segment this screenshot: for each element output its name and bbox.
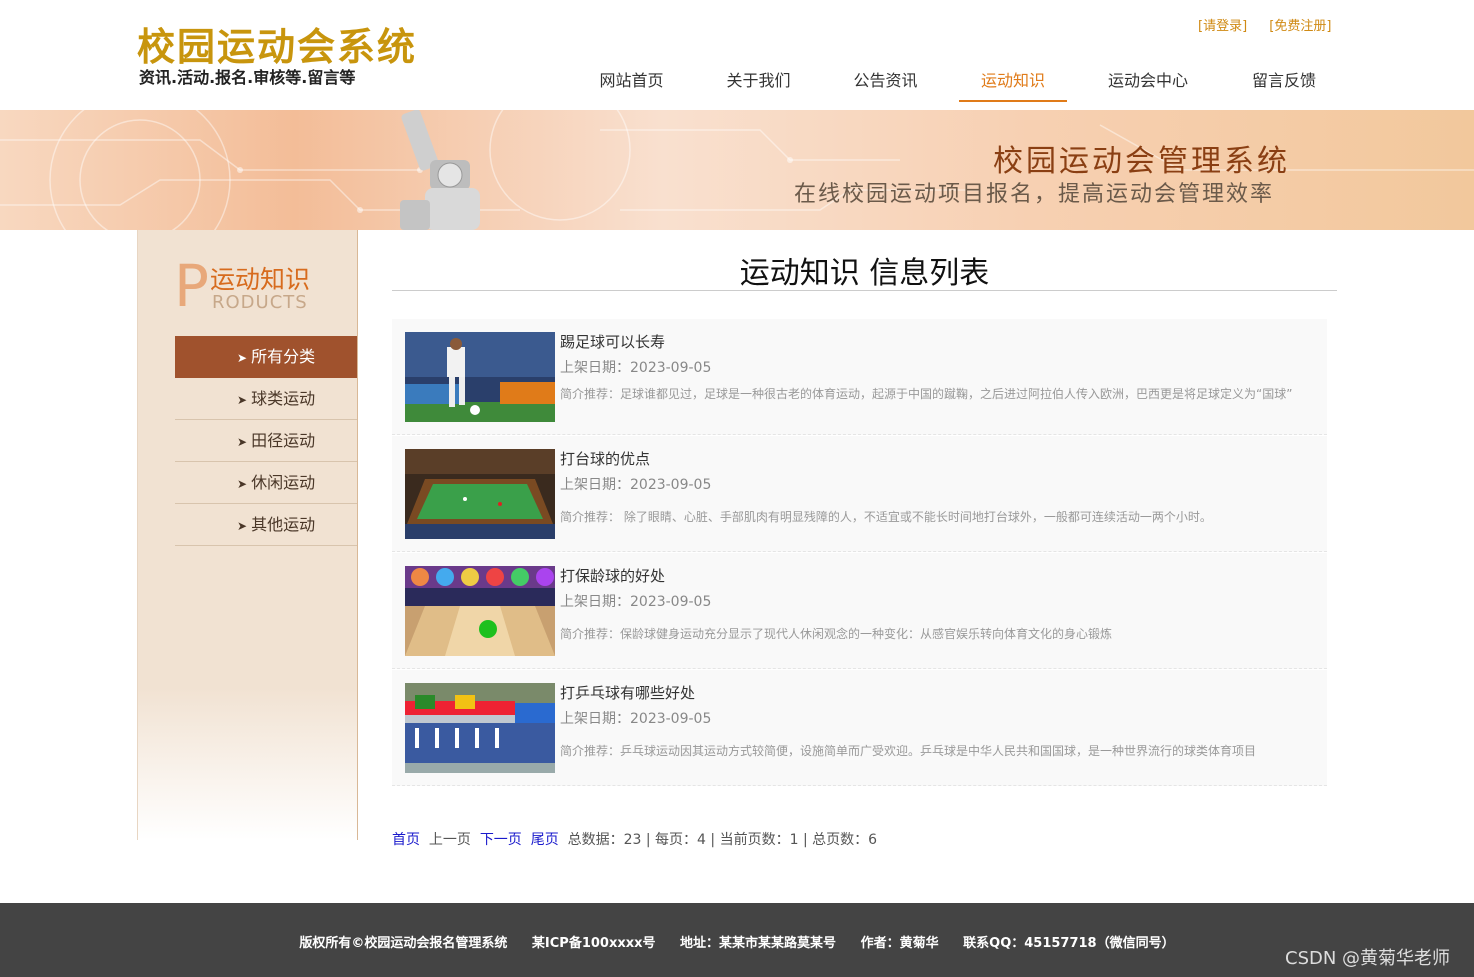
- category-label: 其他运动: [251, 515, 316, 534]
- nav-sports-knowledge[interactable]: 运动知识: [959, 62, 1067, 102]
- page-title: 运动知识 信息列表: [739, 256, 990, 291]
- item-title[interactable]: 打乒乓球有哪些好处: [560, 682, 695, 703]
- chevron-right-icon: ➤: [237, 477, 248, 491]
- sidebar-title-en: RODUCTS: [212, 292, 308, 313]
- nav-feedback[interactable]: 留言反馈: [1219, 62, 1349, 100]
- category-label: 所有分类: [251, 347, 316, 366]
- pingpong-thumbnail[interactable]: [405, 683, 555, 773]
- title-divider: [392, 290, 1337, 291]
- header: 校园运动会系统 资讯.活动.报名.审核等.留言等 [请登录] [免费注册] 网站…: [0, 0, 1474, 110]
- item-desc: 简介推荐：足球谁都见过，足球是一种很古老的体育运动，起源于中国的蹴鞠，之后进过阿…: [560, 387, 1293, 401]
- pager-last[interactable]: 尾页: [531, 832, 559, 848]
- category-list: ➤ 所有分类 ➤ 球类运动 ➤ 田径运动 ➤ 休闲运动 ➤ 其他运动: [175, 336, 357, 546]
- nav-news[interactable]: 公告资讯: [822, 62, 949, 100]
- category-label: 球类运动: [251, 389, 316, 408]
- register-link[interactable]: [免费注册]: [1269, 19, 1331, 34]
- sidebar-heading: P 运动知识 RODUCTS: [174, 252, 324, 320]
- sidebar-title: 运动知识: [210, 265, 311, 294]
- item-title[interactable]: 打保龄球的好处: [560, 565, 665, 586]
- footer-info: 版权所有©校园运动会报名管理系统 某ICP备100xxxx号 地址：某某市某某路…: [0, 932, 1474, 951]
- pager-first[interactable]: 首页: [392, 832, 420, 848]
- main-nav: 网站首页 关于我们 公告资讯 运动知识 运动会中心 留言反馈: [568, 62, 1349, 102]
- banner-title: 校园运动会管理系统: [993, 144, 1290, 179]
- category-all[interactable]: ➤ 所有分类: [175, 336, 357, 378]
- site-logo-subtitle: 资讯.活动.报名.审核等.留言等: [139, 68, 356, 87]
- item-desc: 简介推荐： 除了眼睛、心脏、手部肌肉有明显残障的人，不适宜或不能长时间地打台球外…: [560, 510, 1212, 524]
- item-title[interactable]: 踢足球可以长寿: [560, 331, 665, 352]
- pager-info: 总数据：23 | 每页：4 | 当前页数：1 | 总页数：6: [567, 832, 878, 848]
- list-item[interactable]: 打保龄球的好处 上架日期：2023-09-05 简介推荐：保龄球健身运动充分显示…: [392, 553, 1327, 669]
- footer: 版权所有©校园运动会报名管理系统 某ICP备100xxxx号 地址：某某市某某路…: [0, 903, 1474, 977]
- banner: 校园运动会管理系统 在线校园运动项目报名，提高运动会管理效率: [0, 110, 1474, 230]
- item-date: 上架日期：2023-09-05: [560, 594, 712, 610]
- item-date: 上架日期：2023-09-05: [560, 360, 712, 376]
- pagination: 首页 上一页 下一页 尾页 总数据：23 | 每页：4 | 当前页数：1 | 总…: [392, 829, 877, 849]
- site-logo-title[interactable]: 校园运动会系统: [137, 16, 417, 71]
- category-label: 休闲运动: [251, 473, 316, 492]
- category-leisure[interactable]: ➤ 休闲运动: [175, 462, 357, 504]
- footer-icp: 某ICP备100xxxx号: [531, 936, 656, 951]
- billiards-thumbnail[interactable]: [405, 449, 555, 539]
- nav-about[interactable]: 关于我们: [695, 62, 822, 100]
- footer-copyright: 版权所有©校园运动会报名管理系统: [299, 936, 508, 951]
- chevron-right-icon: ➤: [237, 435, 248, 449]
- item-desc: 简介推荐：保龄球健身运动充分显示了现代人休闲观念的一种变化：从感官娱乐转向体育文…: [560, 627, 1113, 641]
- list-item[interactable]: 打台球的优点 上架日期：2023-09-05 简介推荐： 除了眼睛、心脏、手部肌…: [392, 436, 1327, 552]
- bowling-thumbnail[interactable]: [405, 566, 555, 656]
- item-title[interactable]: 打台球的优点: [560, 448, 650, 469]
- category-other[interactable]: ➤ 其他运动: [175, 504, 357, 546]
- pager-next[interactable]: 下一页: [480, 832, 522, 848]
- chevron-right-icon: ➤: [237, 519, 248, 533]
- footer-qq: 联系QQ：45157718（微信同号）: [963, 936, 1175, 951]
- soccer-thumbnail[interactable]: [405, 332, 555, 422]
- pager-prev: 上一页: [428, 832, 471, 848]
- nav-sports-center[interactable]: 运动会中心: [1077, 62, 1219, 100]
- chevron-right-icon: ➤: [237, 351, 248, 365]
- article-list: 踢足球可以长寿 上架日期：2023-09-05 简介推荐：足球谁都见过，足球是一…: [392, 319, 1327, 787]
- item-date: 上架日期：2023-09-05: [560, 477, 712, 493]
- banner-subtitle: 在线校园运动项目报名，提高运动会管理效率: [794, 182, 1275, 207]
- category-track-field[interactable]: ➤ 田径运动: [175, 420, 357, 462]
- sidebar: P 运动知识 RODUCTS ➤ 所有分类 ➤ 球类运动 ➤ 田径运动 ➤ 休闲运动 ➤…: [137, 230, 358, 840]
- category-label: 田径运动: [251, 431, 316, 450]
- item-date: 上架日期：2023-09-05: [560, 711, 712, 727]
- login-link[interactable]: [请登录]: [1198, 19, 1247, 34]
- robot-arm-image: [400, 110, 480, 230]
- list-item[interactable]: 打乒乓球有哪些好处 上架日期：2023-09-05 简介推荐：乒乓球运动因其运动…: [392, 670, 1327, 786]
- item-desc: 简介推荐：乒乓球运动因其运动方式较简便，设施简单而广受欢迎。乒乓球是中华人民共和…: [560, 744, 1257, 758]
- list-item[interactable]: 踢足球可以长寿 上架日期：2023-09-05 简介推荐：足球谁都见过，足球是一…: [392, 319, 1327, 435]
- sidebar-big-letter: P: [174, 252, 209, 320]
- footer-address: 地址：某某市某某路莫某号: [680, 936, 837, 951]
- chevron-right-icon: ➤: [237, 393, 248, 407]
- nav-home[interactable]: 网站首页: [568, 62, 695, 100]
- category-ball[interactable]: ➤ 球类运动: [175, 378, 357, 420]
- footer-author: 作者：黄菊华: [860, 936, 939, 951]
- top-links: [请登录] [免费注册]: [1198, 15, 1349, 34]
- csdn-watermark: CSDN @黄菊华老师: [1285, 948, 1451, 969]
